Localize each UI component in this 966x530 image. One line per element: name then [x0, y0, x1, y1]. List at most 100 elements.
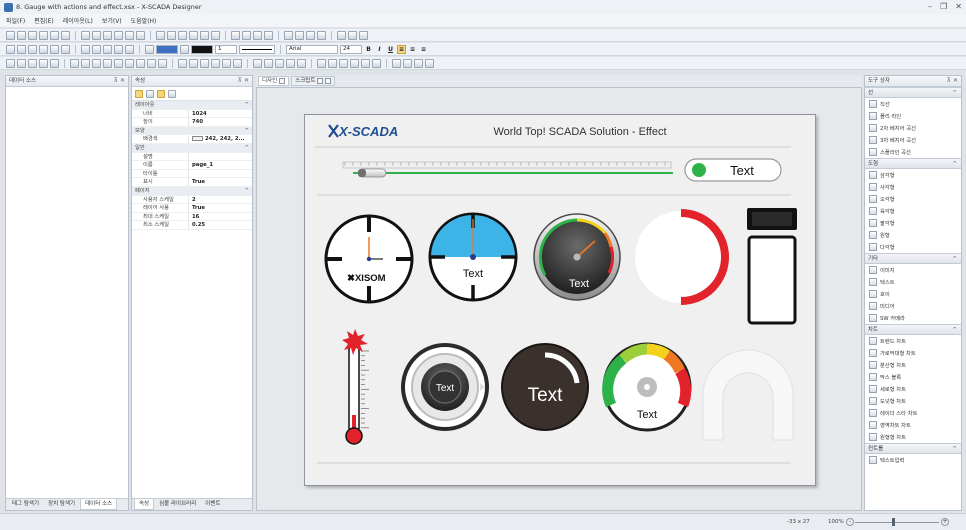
- layout-tool-icon[interactable]: [125, 30, 134, 40]
- toolbox-item[interactable]: 텍스트: [865, 276, 961, 288]
- layout-tool-icon[interactable]: [114, 30, 123, 40]
- draw-tool-icon[interactable]: [178, 58, 187, 68]
- align-center-button[interactable]: ≡: [408, 45, 417, 54]
- layout-tool-icon[interactable]: [231, 30, 240, 40]
- layout-tool-icon[interactable]: [200, 30, 209, 40]
- line-style-select[interactable]: [239, 44, 275, 54]
- draw-tool-icon[interactable]: [39, 58, 48, 68]
- toolbox-item[interactable]: 미디어: [865, 300, 961, 312]
- design-canvas-area[interactable]: X-SCADA World Top! SCADA Solution - Effe…: [256, 87, 862, 511]
- alphabetical-icon[interactable]: [146, 89, 154, 98]
- draw-tool-icon[interactable]: [147, 58, 156, 68]
- property-category[interactable]: 페이지 ^: [132, 186, 252, 196]
- paste-icon[interactable]: [114, 44, 123, 54]
- property-value[interactable]: 16: [189, 213, 252, 221]
- draw-tool-icon[interactable]: [425, 58, 434, 68]
- property-row[interactable]: 높이 740: [132, 118, 252, 127]
- property-category[interactable]: 일반 ^: [132, 143, 252, 153]
- toolbox-item[interactable]: 2차 베지어 곡선: [865, 122, 961, 134]
- collapse-icon[interactable]: ^: [245, 101, 252, 109]
- draw-tool-icon[interactable]: [297, 58, 306, 68]
- layout-tool-icon[interactable]: [306, 30, 315, 40]
- horizontal-slider[interactable]: [342, 161, 673, 178]
- italic-button[interactable]: I: [375, 45, 384, 54]
- categorized-icon[interactable]: [135, 89, 143, 98]
- property-value[interactable]: page_1: [189, 161, 252, 169]
- font-name-select[interactable]: Arial: [286, 44, 338, 54]
- draw-tool-icon[interactable]: [392, 58, 401, 68]
- pin-icon[interactable]: ⊼ ✕: [238, 76, 249, 86]
- tab-design[interactable]: 디자인: [258, 76, 290, 86]
- run-icon[interactable]: [81, 44, 90, 54]
- draw-tool-icon[interactable]: [103, 58, 112, 68]
- open-icon[interactable]: [17, 44, 26, 54]
- save-icon[interactable]: [28, 44, 37, 54]
- property-value[interactable]: True: [189, 204, 252, 212]
- copy-icon[interactable]: [103, 44, 112, 54]
- property-value[interactable]: [189, 170, 252, 178]
- layout-tool-icon[interactable]: [156, 30, 165, 40]
- menu-view[interactable]: 보기(V): [102, 16, 122, 25]
- cut-icon[interactable]: [92, 44, 101, 54]
- layout-tool-icon[interactable]: [359, 30, 368, 40]
- line-color-dropdown[interactable]: [191, 44, 213, 54]
- toolbox-item[interactable]: 사각형: [865, 181, 961, 193]
- toolbox-item[interactable]: 트렌드 차트: [865, 335, 961, 347]
- toolbox-item[interactable]: 분산형 차트: [865, 359, 961, 371]
- layout-tool-icon[interactable]: [189, 30, 198, 40]
- menu-edit[interactable]: 편집(E): [34, 16, 54, 25]
- property-row[interactable]: 사용자 스케일 2: [132, 195, 252, 205]
- layout-tool-icon[interactable]: [253, 30, 262, 40]
- property-value[interactable]: 242, 242, 2...: [189, 135, 252, 143]
- layout-tool-icon[interactable]: [317, 30, 326, 40]
- draw-tool-icon[interactable]: [264, 58, 273, 68]
- pin-icon[interactable]: ⊼ ✕: [114, 76, 125, 86]
- toolbox-item[interactable]: 도넛형 차트: [865, 395, 961, 407]
- tab-symbol-library[interactable]: 심볼 라이브러리: [155, 499, 200, 510]
- toolbox-item[interactable]: 레이더 스타 차트: [865, 407, 961, 419]
- draw-tool-icon[interactable]: [28, 58, 37, 68]
- draw-tool-icon[interactable]: [414, 58, 423, 68]
- property-category[interactable]: 레이아웃 ^: [132, 101, 252, 110]
- toolbox-group-header[interactable]: 컨트롤 ^: [865, 443, 961, 454]
- draw-tool-icon[interactable]: [361, 58, 370, 68]
- align-left-button[interactable]: ≡: [397, 44, 406, 54]
- draw-tool-icon[interactable]: [253, 58, 262, 68]
- line-width-select[interactable]: 1: [215, 44, 237, 54]
- property-row[interactable]: 배경색 242, 242, 2...: [132, 135, 252, 144]
- layout-tool-icon[interactable]: [28, 30, 37, 40]
- toolbox-item[interactable]: 삼각형: [865, 169, 961, 181]
- toolbox-item[interactable]: 호이: [865, 288, 961, 300]
- clock-gauge[interactable]: ✖XISOM: [324, 214, 414, 304]
- toolbox-item[interactable]: 스플라인 곡선: [865, 146, 961, 158]
- toolbox-item[interactable]: 3차 베지어 곡선: [865, 134, 961, 146]
- tab-script[interactable]: 스크립트: [291, 76, 336, 86]
- line-color-icon[interactable]: [180, 44, 189, 54]
- menu-layout[interactable]: 레이아웃(L): [63, 16, 93, 25]
- save-all-icon[interactable]: [39, 44, 48, 54]
- rotary-knob[interactable]: Text: [401, 343, 489, 431]
- properties-icon[interactable]: [157, 89, 165, 98]
- underline-button[interactable]: U: [386, 45, 395, 54]
- tab-properties[interactable]: 속성: [134, 499, 155, 510]
- layout-tool-icon[interactable]: [178, 30, 187, 40]
- toolbox-item[interactable]: 원형형 차트: [865, 431, 961, 443]
- collapse-icon[interactable]: ^: [952, 325, 957, 335]
- layout-tool-icon[interactable]: [81, 30, 90, 40]
- property-row[interactable]: 표시 True: [132, 178, 252, 187]
- toolbox-item[interactable]: 원형: [865, 229, 961, 241]
- property-value[interactable]: 0.25: [189, 221, 252, 229]
- property-value[interactable]: 1024: [189, 110, 252, 118]
- draw-tool-icon[interactable]: [70, 58, 79, 68]
- menu-help[interactable]: 도움말(H): [131, 16, 157, 25]
- draw-tool-icon[interactable]: [211, 58, 220, 68]
- layout-tool-icon[interactable]: [348, 30, 357, 40]
- tachometer-gauge[interactable]: Text: [533, 213, 621, 301]
- redo-icon[interactable]: [61, 44, 70, 54]
- toolbox-item[interactable]: 영역차트 차트: [865, 419, 961, 431]
- property-row[interactable]: 최소 스케일 0.25: [132, 221, 252, 230]
- draw-tool-icon[interactable]: [317, 58, 326, 68]
- collapse-icon[interactable]: ^: [952, 88, 957, 98]
- draw-tool-icon[interactable]: [50, 58, 59, 68]
- undo-icon[interactable]: [50, 44, 59, 54]
